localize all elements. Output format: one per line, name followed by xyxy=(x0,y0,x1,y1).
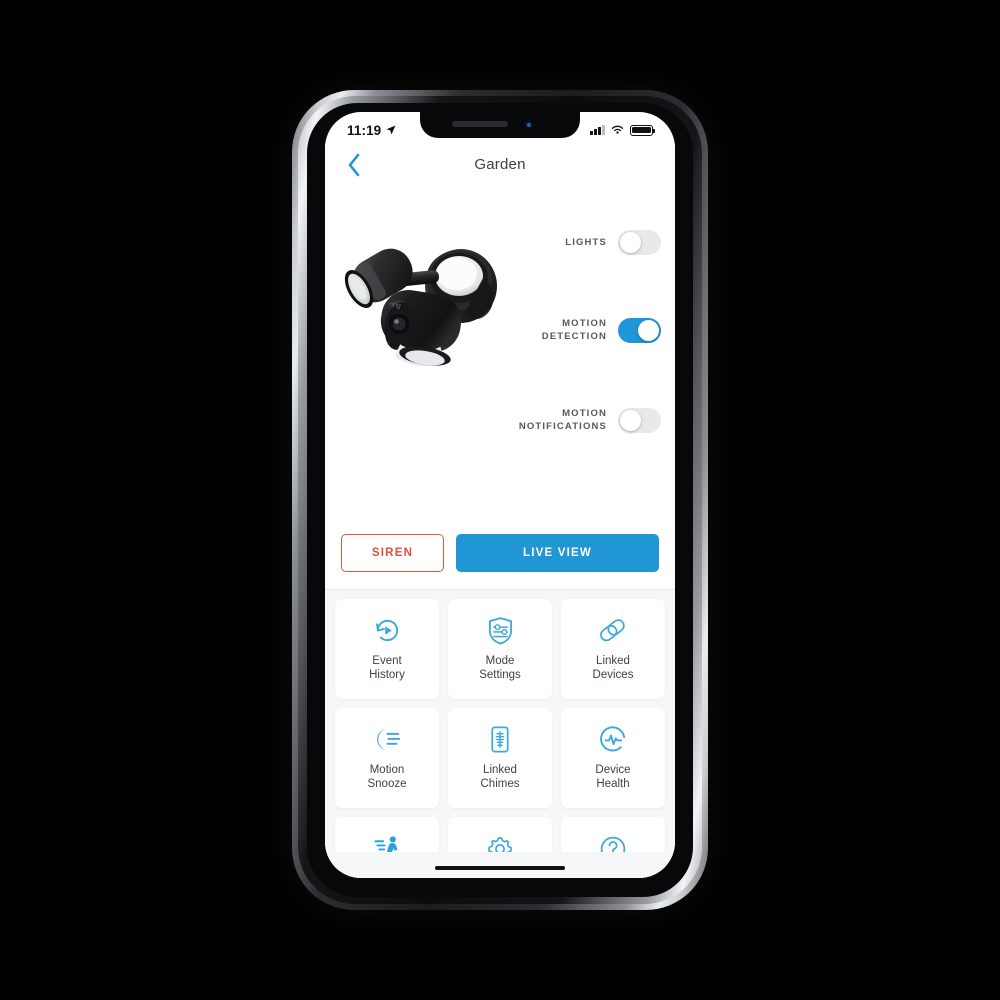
tile-label: Device Health xyxy=(595,763,631,791)
nav-bar: Garden xyxy=(325,142,675,186)
location-arrow-icon xyxy=(386,125,396,135)
chime-icon xyxy=(489,725,511,755)
motion-detection-toggle[interactable] xyxy=(618,317,661,343)
notch xyxy=(420,112,580,138)
tile-mode-settings[interactable]: Mode Settings xyxy=(448,599,552,699)
battery-full-icon xyxy=(630,124,656,136)
tile-event-history[interactable]: Event History xyxy=(335,599,439,699)
lights-toggle-row: LIGHTS xyxy=(501,212,661,272)
toggle-list: LIGHTS MOTION DETECTION MOTION NOTIFICAT… xyxy=(501,212,661,450)
status-time: 11:19 xyxy=(347,122,382,138)
back-button[interactable] xyxy=(339,150,369,180)
floodlight-camera-image: ring xyxy=(333,214,523,384)
history-replay-icon xyxy=(373,616,402,646)
cellular-signal-icon xyxy=(590,125,605,135)
siren-button[interactable]: SIREN xyxy=(341,534,444,572)
tile-motion-snooze[interactable]: Motion Snooze xyxy=(335,708,439,808)
motion-detection-toggle-row: MOTION DETECTION xyxy=(501,300,661,360)
motion-notifications-toggle[interactable] xyxy=(618,407,661,433)
screenshot-stage: 11:19 Garden ring LIGHTS MOTION DETECTIO… xyxy=(0,0,1000,1000)
chevron-left-icon xyxy=(348,153,360,177)
motion-detection-toggle-label: MOTION DETECTION xyxy=(541,318,607,342)
phone-screen: 11:19 Garden ring LIGHTS MOTION DETECTIO… xyxy=(325,112,675,878)
tile-label: Linked Devices xyxy=(592,654,634,682)
settings-grid: Event History Mode Settings Linked Devic… xyxy=(335,599,665,878)
chain-link-icon xyxy=(598,616,628,646)
tile-label: Mode Settings xyxy=(479,654,521,682)
status-bar-right xyxy=(590,124,656,136)
tile-label: Linked Chimes xyxy=(480,763,520,791)
moon-snooze-icon xyxy=(372,725,402,755)
lights-toggle[interactable] xyxy=(618,229,661,255)
action-button-row: SIREN LIVE VIEW xyxy=(325,516,675,590)
shield-sliders-icon xyxy=(487,616,514,646)
tile-device-health[interactable]: Device Health xyxy=(561,708,665,808)
tile-linked-chimes[interactable]: Linked Chimes xyxy=(448,708,552,808)
status-bar-left: 11:19 xyxy=(347,123,397,138)
home-indicator[interactable] xyxy=(435,865,565,870)
earpiece-speaker xyxy=(452,121,508,127)
pulse-heartbeat-icon xyxy=(599,725,628,755)
motion-notifications-toggle-row: MOTION NOTIFICATIONS xyxy=(501,390,661,450)
wifi-icon xyxy=(611,125,624,134)
tile-label: Event History xyxy=(369,654,405,682)
page-title: Garden xyxy=(474,155,526,173)
tile-linked-devices[interactable]: Linked Devices xyxy=(561,599,665,699)
tile-label: Motion Snooze xyxy=(367,763,407,791)
lights-toggle-label: LIGHTS xyxy=(565,236,607,248)
live-view-button[interactable]: LIVE VIEW xyxy=(456,534,659,572)
settings-grid-section: Event History Mode Settings Linked Devic… xyxy=(325,590,675,878)
front-camera-icon xyxy=(524,120,533,129)
motion-notifications-toggle-label: MOTION NOTIFICATIONS xyxy=(518,408,607,432)
